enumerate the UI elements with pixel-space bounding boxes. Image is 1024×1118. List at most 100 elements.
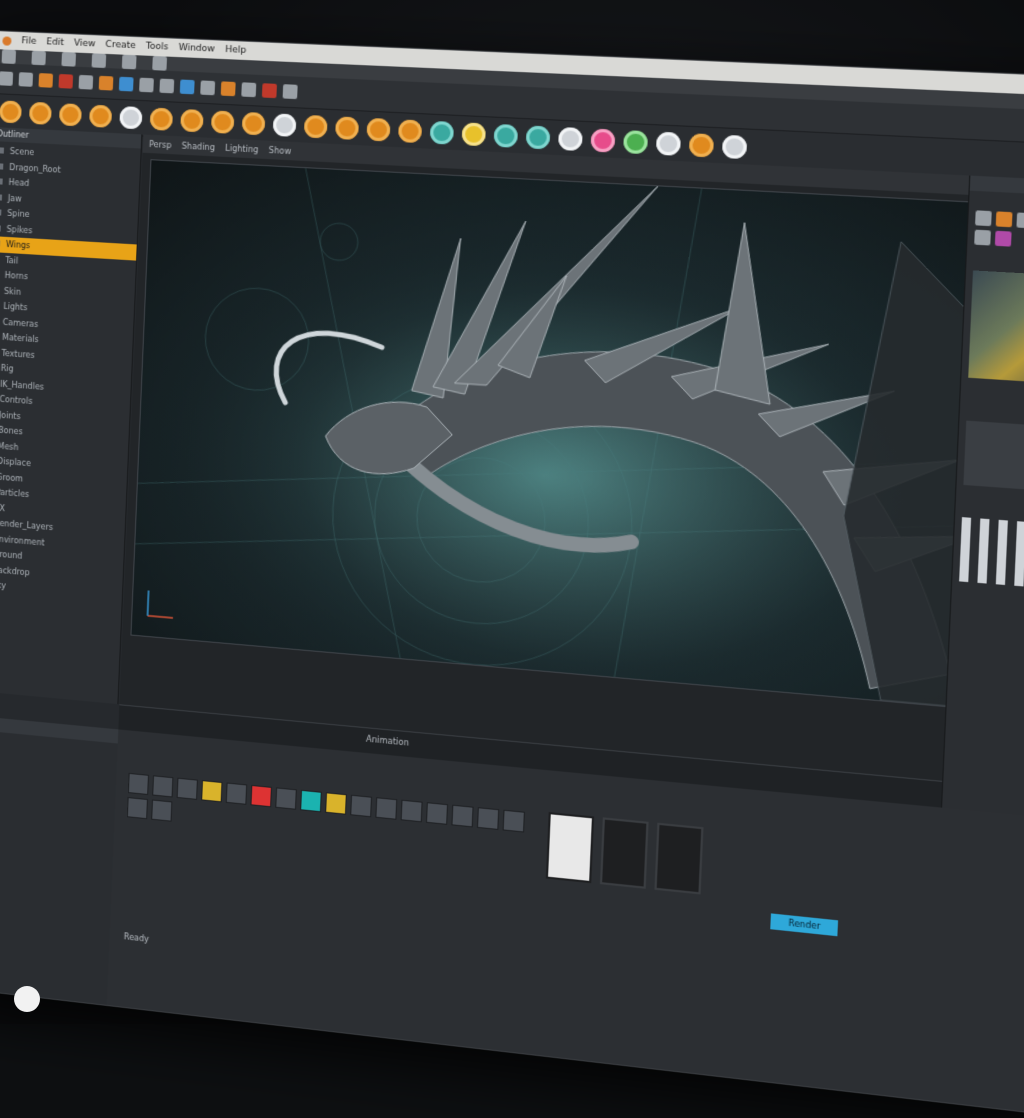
shelf-tab-icon[interactable] — [152, 56, 167, 71]
node-swatch[interactable] — [177, 778, 198, 800]
select-tool-icon[interactable] — [0, 71, 13, 86]
outliner-item-label: Spikes — [6, 224, 32, 234]
camera-icon[interactable] — [139, 78, 154, 93]
lasso-tool-icon[interactable] — [19, 72, 34, 87]
app-icon — [2, 36, 11, 45]
channel-slider[interactable] — [977, 518, 989, 583]
record-icon[interactable] — [262, 83, 277, 98]
node-swatch[interactable] — [401, 800, 423, 823]
menu-view[interactable]: View — [74, 38, 96, 49]
menu-help[interactable]: Help — [225, 45, 247, 56]
shelf-tool-icon[interactable] — [211, 110, 235, 133]
scale-tool-icon[interactable] — [79, 75, 94, 90]
shelf-tool-icon[interactable] — [722, 135, 747, 159]
shelf-tool-icon[interactable] — [430, 121, 454, 145]
shelf-tool-icon[interactable] — [119, 106, 142, 129]
paint-icon[interactable] — [241, 82, 256, 97]
node-swatch[interactable] — [250, 785, 272, 807]
settings-icon[interactable] — [283, 84, 298, 99]
shelf-tab-icon[interactable] — [92, 53, 107, 68]
viewport-menu-lighting[interactable]: Lighting — [225, 143, 259, 154]
node-swatch[interactable] — [477, 807, 499, 830]
shelf-tool-icon[interactable] — [335, 116, 359, 140]
snap-icon[interactable] — [99, 76, 114, 91]
shelf-tool-icon[interactable] — [689, 133, 714, 157]
shelf-tab-icon[interactable] — [122, 55, 137, 70]
material-preview[interactable] — [654, 823, 703, 895]
node-swatch[interactable] — [350, 795, 372, 818]
node-swatch[interactable] — [151, 799, 172, 821]
history-icon[interactable] — [200, 80, 215, 95]
light-icon[interactable] — [159, 79, 174, 94]
shelf-tool-icon[interactable] — [494, 124, 519, 148]
shelf-tab-icon[interactable] — [31, 51, 46, 66]
shelf-tool-icon[interactable] — [623, 130, 648, 154]
viewport-menu-show[interactable]: Show — [269, 145, 292, 155]
shelf-tool-icon[interactable] — [89, 105, 112, 128]
viewport-menu-persp[interactable]: Persp — [149, 139, 172, 149]
node-swatch[interactable] — [128, 773, 149, 795]
node-swatch[interactable] — [300, 790, 322, 812]
menu-edit[interactable]: Edit — [46, 37, 64, 48]
node-swatch[interactable] — [375, 797, 397, 820]
outliner-item-label: Wings — [6, 240, 31, 250]
node-swatch[interactable] — [426, 802, 448, 825]
grid-icon[interactable] — [180, 79, 195, 94]
menu-tools[interactable]: Tools — [146, 41, 169, 52]
material-swatch[interactable] — [995, 231, 1012, 247]
node-swatch[interactable] — [325, 792, 347, 815]
channel-slider[interactable] — [996, 520, 1008, 585]
move-tool-icon[interactable] — [38, 73, 53, 88]
material-swatch[interactable] — [996, 211, 1013, 227]
node-swatch[interactable] — [152, 775, 173, 797]
shelf-tool-icon[interactable] — [462, 122, 486, 146]
node-icon — [0, 194, 2, 200]
menu-file[interactable]: File — [21, 36, 36, 47]
shelf-tool-icon[interactable] — [304, 115, 328, 139]
shelf-tool-icon[interactable] — [656, 132, 681, 156]
menu-window[interactable]: Window — [178, 43, 215, 55]
shelf-tool-icon[interactable] — [398, 119, 422, 143]
node-swatch[interactable] — [503, 810, 525, 833]
viewport-menu-shading[interactable]: Shading — [181, 141, 215, 152]
shelf-tool-icon[interactable] — [590, 129, 615, 153]
workspace: Outliner SceneDragon_RootHeadJawSpineSpi… — [0, 127, 1024, 1117]
material-swatch[interactable] — [974, 230, 991, 246]
shelf-tool-icon[interactable] — [526, 125, 551, 149]
shelf-tool-icon[interactable] — [0, 100, 22, 123]
outliner-item-label: Sky — [0, 580, 6, 590]
node-swatch[interactable] — [275, 787, 297, 809]
shelf-tool-icon[interactable] — [29, 102, 52, 125]
material-swatch[interactable] — [975, 210, 992, 226]
node-swatch[interactable] — [226, 782, 247, 804]
channel-slider[interactable] — [959, 517, 971, 582]
menu-create[interactable]: Create — [105, 40, 136, 51]
shelf-tool-icon[interactable] — [59, 103, 82, 126]
shelf-tool-icon[interactable] — [273, 113, 297, 137]
shelf-tool-icon[interactable] — [366, 118, 390, 142]
outliner-item-label: Spine — [7, 209, 30, 219]
shelf-tab-icon[interactable] — [2, 49, 16, 64]
outliner-panel: Outliner SceneDragon_RootHeadJawSpineSpi… — [0, 127, 142, 704]
material-preview[interactable] — [600, 817, 649, 888]
shelf-tool-icon[interactable] — [558, 127, 583, 151]
material-swatch[interactable] — [1016, 212, 1024, 228]
material-preview[interactable] — [546, 812, 594, 883]
outliner-item-label: IK_Handles — [0, 379, 44, 391]
render-button[interactable]: Render — [770, 913, 838, 936]
shelf-tool-icon[interactable] — [180, 109, 203, 132]
status-bar: Ready — [124, 932, 150, 944]
outliner-item-label: Environment — [0, 534, 45, 547]
node-swatch[interactable] — [451, 805, 473, 828]
channel-slider[interactable] — [1014, 521, 1024, 586]
shelf-tool-icon[interactable] — [242, 112, 266, 136]
render-icon[interactable] — [119, 77, 134, 92]
backdrop: File Edit View Create Tools Window Help — [0, 0, 1024, 1024]
shelf-tab-icon[interactable] — [61, 52, 76, 67]
sculpt-icon[interactable] — [221, 81, 236, 96]
node-swatch[interactable] — [127, 797, 148, 819]
shelf-tool-icon[interactable] — [150, 108, 173, 131]
rotate-tool-icon[interactable] — [58, 74, 73, 89]
node-swatch[interactable] — [201, 780, 222, 802]
3d-viewport[interactable] — [130, 159, 991, 709]
